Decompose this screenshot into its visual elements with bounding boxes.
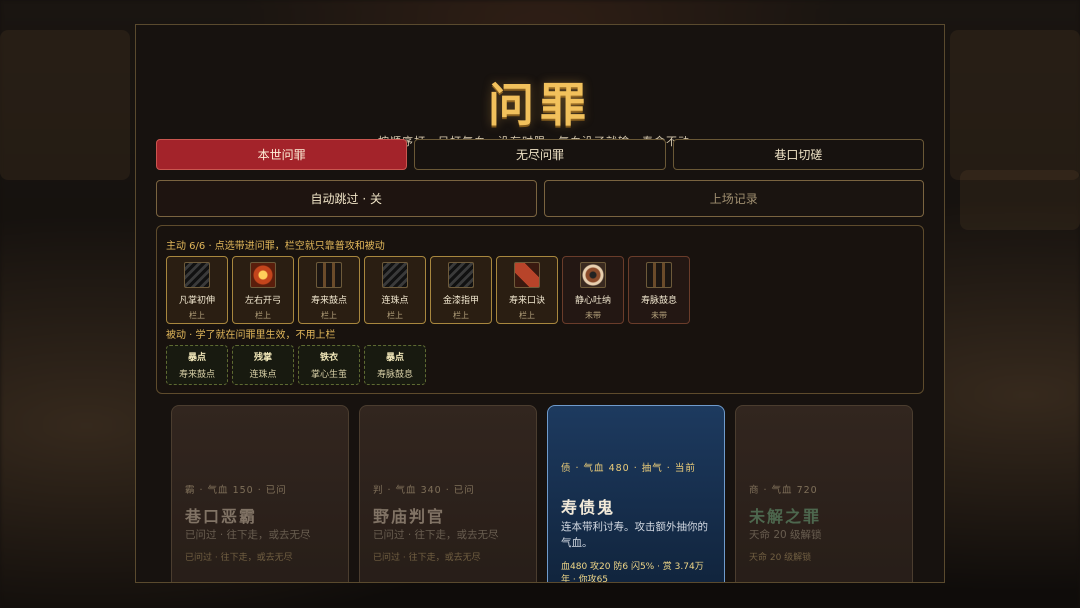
skill-name: 左右开弓 <box>244 296 281 306</box>
opponent-name: 野庙判官 <box>373 507 446 526</box>
passive-source: 掌心生茧 <box>310 370 347 380</box>
skill-state: 栏上 <box>321 311 337 320</box>
active-skill-list: 凡掌初伸 栏上 左右开弓 栏上 寿来鼓点 栏上 连珠点 栏上 金漆指甲 栏上 寿来口诀 栏上 静心吐纳未… <box>166 256 690 324</box>
opponent-meta: 债 · 气血 480 · 抽气 · 当前 <box>561 463 696 474</box>
active-skill[interactable]: 寿来口诀 栏上 <box>496 256 558 324</box>
opponent-list: 霸 · 气血 150 · 已问 巷口恶霸 已问过 · 往下走，或去无尽 已问过 · 往… <box>171 405 913 583</box>
skill-state: 栏上 <box>453 311 469 320</box>
active-skill[interactable]: 寿脉鼓息 未带 <box>628 256 690 324</box>
active-skill[interactable]: 连珠点 栏上 <box>364 256 426 324</box>
opponent-meta: 霸 · 气血 150 · 已问 <box>185 485 287 496</box>
background-shape <box>0 30 130 180</box>
tab-this-life-trial[interactable]: 本世问罪 <box>156 139 408 170</box>
passive-name: 残掌 <box>253 353 272 363</box>
passive-name: 暴点 <box>385 353 404 363</box>
skill-state: 栏上 <box>189 311 205 320</box>
active-skill[interactable]: 左右开弓 栏上 <box>232 256 294 324</box>
opponent-desc: 天命 20 级解锁 <box>749 529 822 541</box>
passive-name: 铁衣 <box>319 353 338 363</box>
tab-alley-sparring[interactable]: 巷口切磋 <box>672 139 924 170</box>
active-skill[interactable]: 静心吐纳 未带 <box>562 256 624 324</box>
opponent-foot: 天命 20 级解锁 <box>749 553 812 563</box>
passive-source: 寿脉鼓息 <box>376 370 413 380</box>
skill-state: 栏上 <box>387 311 403 320</box>
skills-box: 主动 6/6 · 点选带进问罪，栏空就只靠普攻和被动 凡掌初伸 栏上 左右开弓 栏上寿… <box>156 225 924 394</box>
hatched-scroll-icon <box>382 262 408 288</box>
tab-endless-trial[interactable]: 无尽问罪 <box>414 139 666 170</box>
drum-pillar-icon <box>646 262 672 288</box>
red-book-icon <box>514 262 540 288</box>
passive-skill: 铁衣 掌心生茧 <box>298 345 360 385</box>
opponent-name: 未解之罪 <box>749 507 822 526</box>
skill-state: 栏上 <box>255 311 271 320</box>
active-skill[interactable]: 凡掌初伸 栏上 <box>166 256 228 324</box>
passive-skill: 残掌 连珠点 <box>232 345 294 385</box>
opponent-meta: 判 · 气血 340 · 已问 <box>373 485 475 496</box>
active-skill[interactable]: 金漆指甲 栏上 <box>430 256 492 324</box>
active-skills-hint: 主动 6/6 · 点选带进问罪，栏空就只靠普攻和被动 <box>166 241 385 252</box>
opponent-card[interactable]: 债 · 气血 480 · 抽气 · 当前寿债鬼连本带利讨寿。攻击额外抽你的气血。… <box>547 405 725 583</box>
opponent-desc: 已问过 · 往下走，或去无尽 <box>373 529 499 541</box>
passive-skill-list: 暴点 寿来鼓点 残掌 连珠点 铁衣 掌心生茧 暴点 寿脉鼓息 <box>166 345 426 385</box>
action-row: 自动跳过 · 关 上场记录 <box>156 180 924 217</box>
background-shape <box>960 170 1080 230</box>
opponent-foot: 血480 攻20 防6 闪5% · 赏 3.74万 年 · 你攻65 <box>561 562 704 583</box>
passive-source: 寿来鼓点 <box>178 370 215 380</box>
eye-orb-icon <box>580 262 606 288</box>
opponent-card[interactable]: 霸 · 气血 150 · 已问 巷口恶霸 已问过 · 往下走，或去无尽 已问过 · 往… <box>171 405 349 582</box>
skill-state: 栏上 <box>519 311 535 320</box>
skill-name: 静心吐纳 <box>574 296 611 306</box>
active-skill[interactable]: 寿来鼓点 栏上 <box>298 256 360 324</box>
fire-gem-icon <box>250 262 276 288</box>
skill-name: 寿来鼓点 <box>310 296 347 306</box>
passive-skill: 暴点 寿脉鼓息 <box>364 345 426 385</box>
opponent-card[interactable]: 判 · 气血 340 · 已问 野庙判官 已问过 · 往下走，或去无尽 已问过 · 往… <box>359 405 537 582</box>
passive-name: 暴点 <box>187 353 206 363</box>
opponent-name: 巷口恶霸 <box>185 507 258 526</box>
trial-panel: 问罪 按顺序打。只打气血，没有时限。气血没了就输，寿命不动。 本世问罪 无尽问罪… <box>135 24 945 583</box>
skill-name: 寿脉鼓息 <box>640 296 677 306</box>
opponent-foot: 已问过 · 往下走，或去无尽 <box>185 553 293 563</box>
opponent-desc: 连本带利讨寿。攻击额外抽你的气血。 <box>561 521 708 549</box>
passive-skill: 暴点 寿来鼓点 <box>166 345 228 385</box>
passive-source: 连珠点 <box>249 370 277 380</box>
opponent-name: 寿债鬼 <box>561 498 616 517</box>
skill-state: 未带 <box>585 311 601 320</box>
skill-name: 凡掌初伸 <box>178 296 215 306</box>
skill-name: 连珠点 <box>381 296 409 306</box>
drum-pillar-icon <box>316 262 342 288</box>
skill-name: 寿来口诀 <box>508 296 545 306</box>
skill-name: 金漆指甲 <box>442 296 479 306</box>
hatched-scroll-icon <box>448 262 474 288</box>
skill-state: 未带 <box>651 311 667 320</box>
auto-skip-toggle[interactable]: 自动跳过 · 关 <box>156 180 537 217</box>
background-shape <box>950 30 1080 180</box>
opponent-meta: 商 · 气血 720 <box>749 485 818 496</box>
page-title: 问罪 <box>488 78 592 132</box>
mode-tabs: 本世问罪 无尽问罪 巷口切磋 <box>156 139 924 170</box>
opponent-desc: 已问过 · 往下走，或去无尽 <box>185 529 311 541</box>
passive-skills-hint: 被动 · 学了就在问罪里生效，不用上栏 <box>166 330 336 341</box>
hatched-scroll-icon <box>184 262 210 288</box>
records-button[interactable]: 上场记录 <box>543 180 924 217</box>
opponent-card[interactable]: 商 · 气血 720 未解之罪天命 20 级解锁 天命 20 级解锁 <box>735 405 913 582</box>
opponent-foot: 已问过 · 往下走，或去无尽 <box>373 553 481 563</box>
